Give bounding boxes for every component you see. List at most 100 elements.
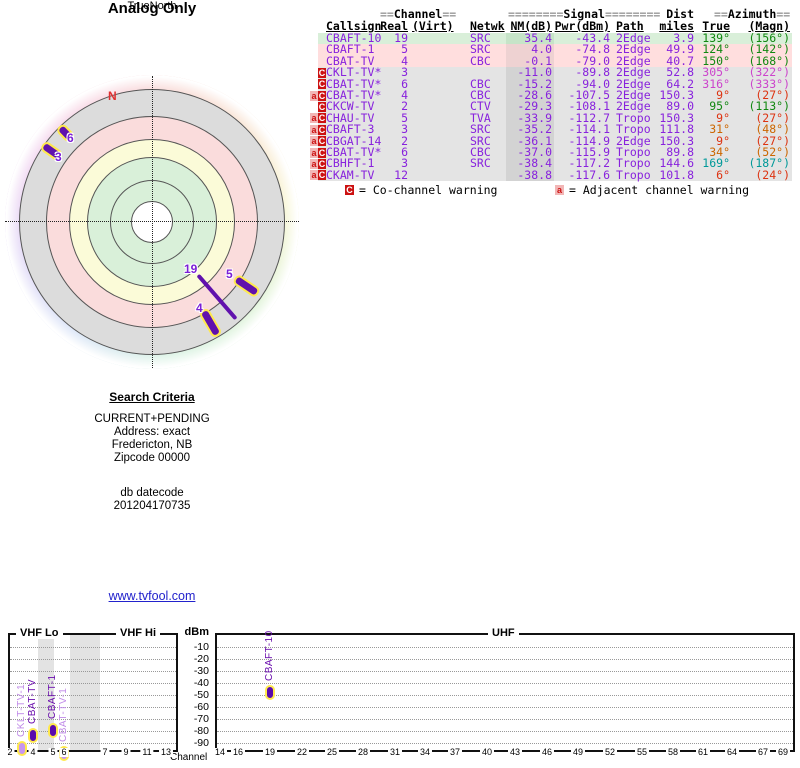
search-line: CURRENT+PENDING — [40, 413, 264, 426]
dbm-gridline — [217, 659, 793, 660]
cell-virt — [412, 33, 456, 44]
adjacent-warning-badge: a — [310, 113, 318, 123]
cochannel-warning-badge: C — [318, 113, 326, 123]
dbm-tick-label: -90 — [167, 737, 209, 749]
col-header-virt: (Virt) — [412, 21, 456, 32]
cell-virt — [412, 44, 456, 55]
cochannel-warning-badge: C — [318, 159, 326, 169]
uhf-label: UHF — [488, 627, 519, 639]
cell-virt — [412, 124, 456, 135]
adjacent-warning-badge: a — [310, 148, 318, 158]
radar-marker-label-5: 5 — [226, 267, 233, 281]
cell-virt — [412, 90, 456, 101]
cell-nm: -38.8 — [508, 170, 552, 181]
vhf-channel-tick: 6 — [59, 748, 68, 757]
uhf-channel-tick: 49 — [571, 748, 585, 757]
uhf-plot-box — [215, 633, 795, 752]
signal-bar-label-CBAT-TV-1: CBAT-TV-1 — [57, 658, 70, 742]
dbm-gridline — [217, 707, 793, 708]
search-criteria-title: Search Criteria — [40, 390, 264, 404]
channel-axis-label: Channel — [170, 752, 214, 763]
adjacent-legend-text: = Adjacent channel warning — [569, 183, 749, 197]
dbm-tick-label: -80 — [167, 725, 209, 737]
search-criteria: Search Criteria CURRENT+PENDING Address:… — [40, 390, 264, 513]
dbm-gridline — [217, 647, 793, 648]
cell-virt — [412, 56, 456, 67]
uhf-channel-tick: 14 — [213, 748, 227, 757]
radar-subtitle: TrueNorth — [0, 0, 304, 12]
cochannel-warning-badge: C — [318, 148, 326, 158]
tvfool-report-page: { "colors":{ "purple":"#8822dd","green":… — [0, 0, 800, 768]
radar-marker-label-19: 19 — [184, 262, 197, 276]
table-row: aCCKAM-TV12-38.8-117.6Tropo101.86°(24°) — [318, 170, 792, 181]
uhf-channel-tick: 40 — [480, 748, 494, 757]
dbm-tick-label: -30 — [167, 665, 209, 677]
vhf-channel-tick: 9 — [121, 748, 130, 757]
dbm-gridline — [217, 743, 793, 744]
signal-bar-label-CBAFT-10: CBAFT-10 — [263, 597, 276, 681]
uhf-channel-tick: 61 — [696, 748, 710, 757]
dbm-tick-label: -40 — [167, 677, 209, 689]
vhf-channel-tick: 13 — [159, 748, 173, 757]
tvfool-link[interactable]: www.tvfool.com — [109, 589, 196, 603]
adjacent-warning-badge: a — [310, 170, 318, 180]
dbm-gridline — [10, 743, 176, 744]
cochannel-warning-badge: C — [318, 136, 326, 146]
cochannel-legend-symbol: C — [345, 185, 354, 195]
cell-virt — [412, 67, 456, 78]
dbm-gridline — [217, 695, 793, 696]
uhf-channel-tick: 52 — [603, 748, 617, 757]
cell-virt — [412, 158, 456, 169]
cochannel-legend: C = Co-channel warning — [345, 185, 497, 197]
uhf-channel-tick: 31 — [388, 748, 402, 757]
dbm-gridline — [217, 719, 793, 720]
signal-bar-label-CBAT-TV: CBAT-TV — [26, 640, 39, 724]
cochannel-warning-badge: C — [318, 102, 326, 112]
uhf-channel-tick: 19 — [263, 748, 277, 757]
cell-netwk — [470, 170, 504, 181]
radar-marker-label-6: 6 — [67, 131, 74, 145]
dbm-tick-label: -70 — [167, 713, 209, 725]
dbm-tick-label: -10 — [167, 641, 209, 653]
radar-marker-label-3: 3 — [55, 150, 62, 164]
nonbroadcast-band — [70, 635, 100, 750]
search-line: Address: exact — [40, 426, 264, 439]
cell-virt — [412, 113, 456, 124]
vhf-channel-tick: 4 — [28, 748, 37, 757]
adjacent-legend-symbol: a — [555, 185, 564, 195]
cell-virt — [412, 79, 456, 90]
vhf-channel-tick: 2 — [5, 748, 14, 757]
tvfool-link-wrap: www.tvfool.com — [60, 589, 244, 603]
cell-netwk: SRC — [470, 158, 504, 169]
vhf-hi-label: VHF Hi — [116, 627, 160, 639]
uhf-channel-tick: 43 — [508, 748, 522, 757]
cell-netwk: CBC — [470, 56, 504, 67]
search-line: Zipcode 00000 — [40, 452, 264, 465]
db-datecode: db datecode 201204170735 — [40, 487, 264, 513]
cochannel-warning-badge: C — [318, 91, 326, 101]
vhf-channel-tick: 11 — [140, 748, 153, 757]
cochannel-legend-text: = Co-channel warning — [359, 183, 497, 197]
signal-table: ==Channel==========Signal========Dist==A… — [310, 9, 792, 209]
cell-virt — [412, 136, 456, 147]
uhf-channel-tick: 58 — [666, 748, 680, 757]
uhf-channel-tick: 22 — [295, 748, 309, 757]
cell-real: 12 — [372, 170, 408, 181]
cochannel-warning-badge: C — [318, 170, 326, 180]
uhf-channel-tick: 28 — [356, 748, 370, 757]
adjacent-warning-badge: a — [310, 159, 318, 169]
adjacent-legend: a = Adjacent channel warning — [555, 185, 749, 197]
dbm-tick-label: -60 — [167, 701, 209, 713]
cochannel-warning-badge: C — [318, 68, 326, 78]
cochannel-warning-badge: C — [318, 79, 326, 89]
cochannel-warning-badge: C — [318, 125, 326, 135]
vhf-channel-tick: 5 — [48, 748, 57, 757]
north-label: N — [108, 89, 117, 103]
vhf-lo-label: VHF Lo — [16, 627, 63, 639]
radar-marker-label-4: 4 — [196, 301, 203, 315]
dbm-gridline — [217, 683, 793, 684]
uhf-channel-tick: 55 — [635, 748, 649, 757]
adjacent-warning-badge: a — [310, 125, 318, 135]
signal-bar-CKLT-TV-1 — [17, 741, 27, 756]
uhf-channel-tick: 64 — [725, 748, 739, 757]
